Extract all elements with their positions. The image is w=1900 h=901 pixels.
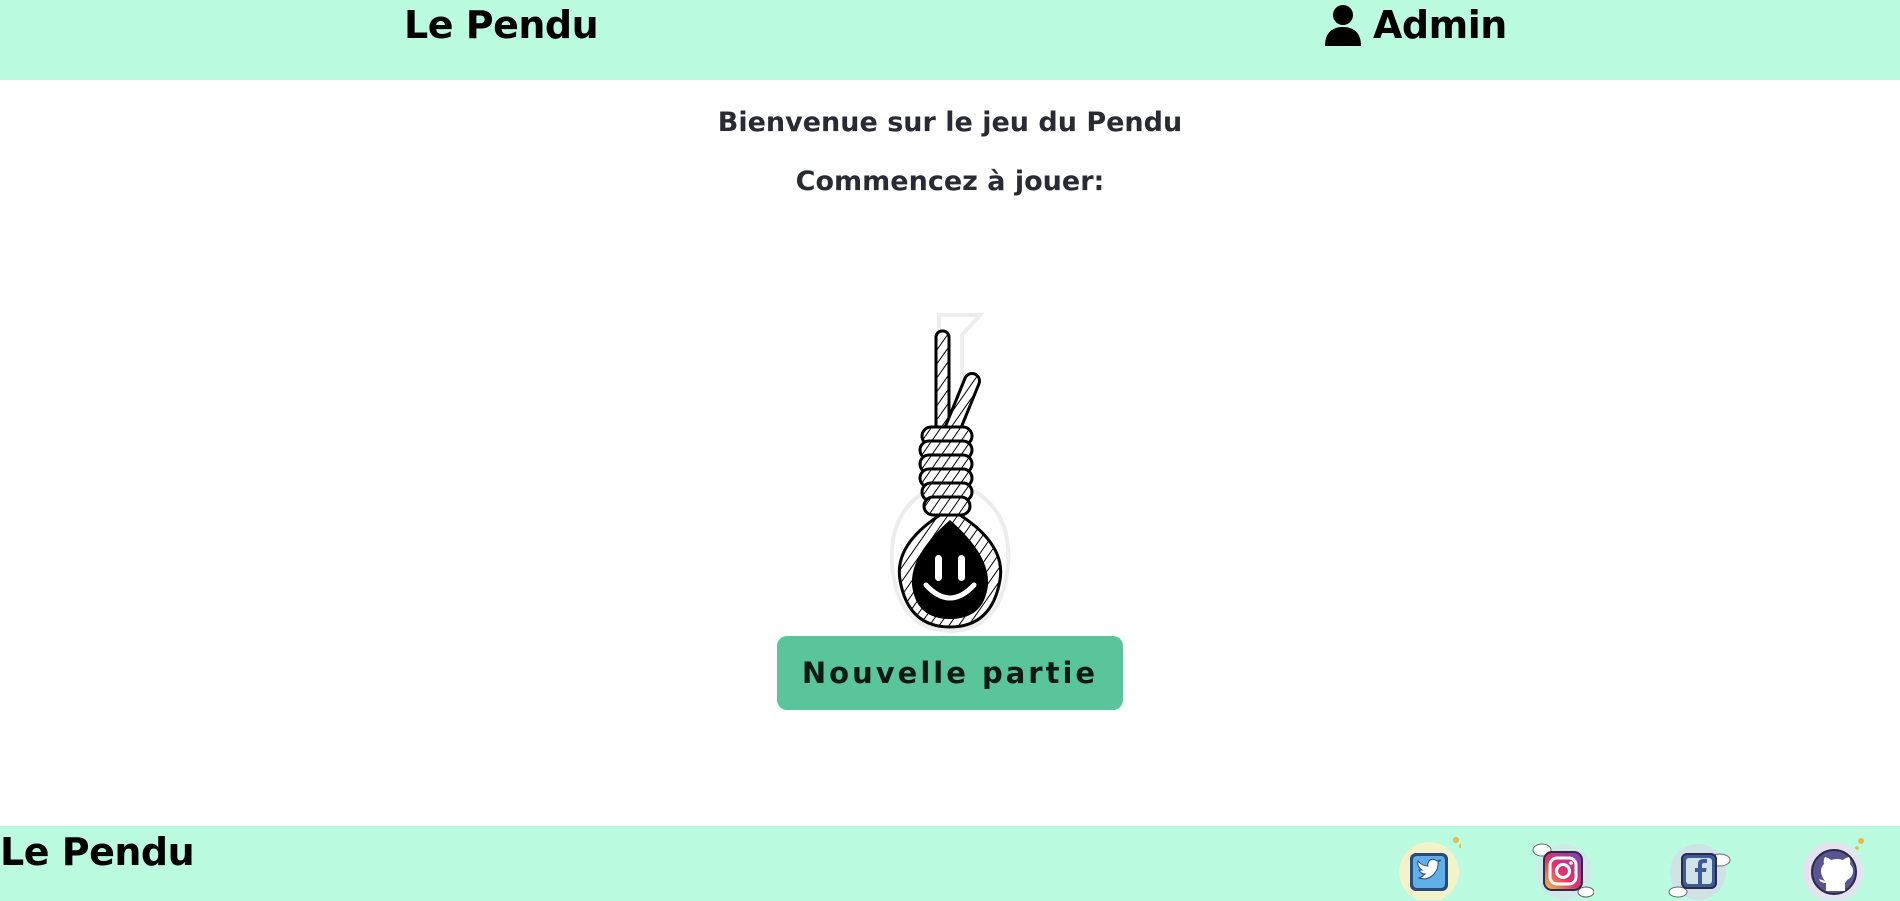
twitter-icon[interactable] bbox=[1397, 836, 1461, 900]
welcome-heading: Bienvenue sur le jeu du Pendu bbox=[717, 107, 1183, 138]
footer-logo: Le Pendu bbox=[0, 830, 195, 874]
github-icon[interactable] bbox=[1803, 836, 1867, 900]
main-content: Bienvenue sur le jeu du Pendu Commencez … bbox=[0, 80, 1900, 826]
site-footer: Le Pendu bbox=[0, 826, 1900, 901]
start-prompt: Commencez à jouer: bbox=[795, 166, 1105, 197]
new-game-button[interactable]: Nouvelle partie bbox=[777, 636, 1123, 710]
noose-icon bbox=[889, 313, 1011, 634]
admin-link[interactable]: Admin bbox=[1325, 0, 1507, 50]
facebook-icon[interactable] bbox=[1668, 836, 1732, 900]
site-logo-link[interactable]: Le Pendu bbox=[404, 0, 599, 50]
user-icon bbox=[1325, 5, 1361, 46]
admin-label: Admin bbox=[1373, 3, 1507, 47]
site-header: Le Pendu Admin bbox=[0, 0, 1900, 80]
instagram-icon[interactable] bbox=[1530, 836, 1594, 900]
